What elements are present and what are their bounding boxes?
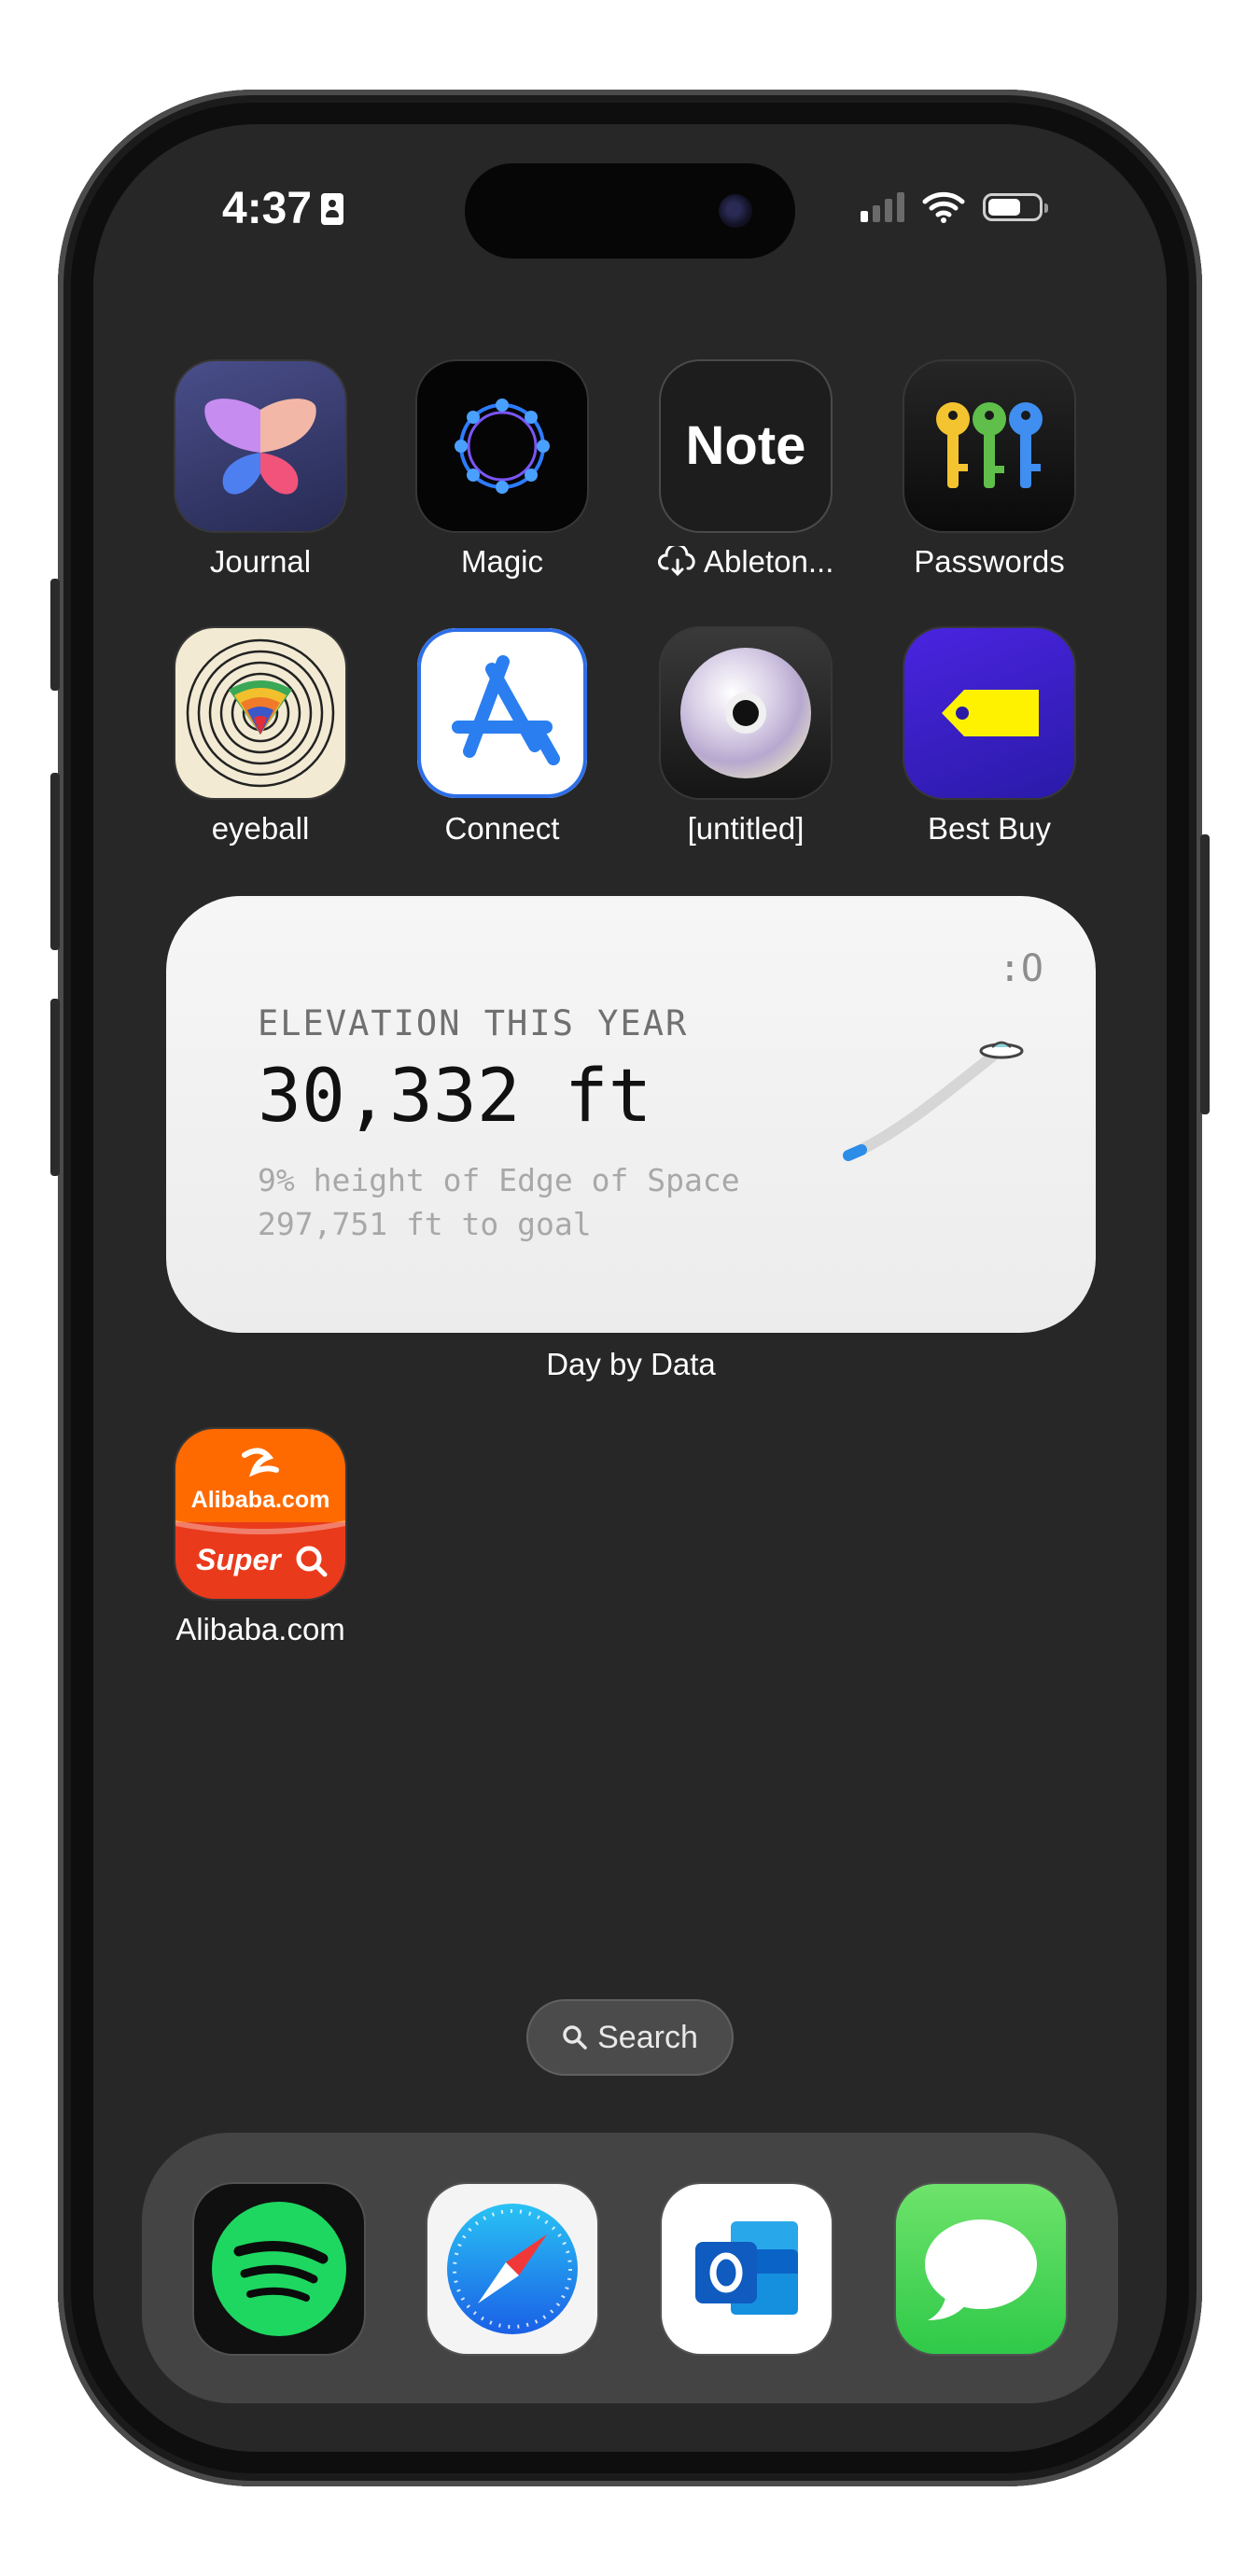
widget-corner-text: :O (998, 947, 1043, 990)
best-buy-icon (904, 628, 1074, 798)
side-button (1200, 834, 1210, 1114)
app-label: [untitled] (687, 811, 805, 846)
elevation-progress-graphic (843, 1041, 1024, 1161)
dock (142, 2133, 1118, 2403)
outlook-icon[interactable] (662, 2184, 832, 2354)
widget-subtext-1: 9% height of Edge of Space (258, 1162, 740, 1198)
status-time: 4:37 (222, 183, 344, 234)
widget-subtext-2: 297,751 ft to goal (258, 1206, 592, 1242)
app-label: Magic (460, 544, 544, 579)
app-alibaba[interactable]: Alibaba.com Super Alibaba.com (167, 1429, 354, 1647)
battery-icon (983, 193, 1048, 221)
app-connect[interactable]: Connect (409, 628, 595, 847)
alibaba-icon: Alibaba.com Super (175, 1429, 345, 1599)
app-label: Connect (444, 811, 560, 846)
app-magic[interactable]: Magic (409, 361, 595, 580)
widget-app-label: Day by Data (546, 1347, 716, 1381)
volume-down-button (50, 999, 60, 1176)
cd-icon (661, 628, 831, 798)
app-label: Best Buy (927, 811, 1052, 846)
volume-up-button (50, 773, 60, 950)
note-icon-text: Note (685, 415, 806, 476)
app-journal[interactable]: Journal (167, 361, 354, 580)
ufo-icon (979, 1041, 1024, 1059)
wifi-icon (922, 191, 965, 223)
app-label: eyeball (211, 811, 310, 846)
app-passwords[interactable]: Passwords (896, 361, 1083, 580)
app-label: Journal (209, 544, 312, 579)
alibaba-super-text: Super (196, 1543, 281, 1576)
app-store-connect-icon (417, 628, 587, 798)
action-button (50, 579, 60, 691)
note-icon: Note (661, 361, 831, 531)
search-label: Search (597, 2019, 698, 2055)
app-label: Alibaba.com (175, 1612, 345, 1646)
day-by-data-widget[interactable]: :O ELEVATION THIS YEAR 30,332 ft 9% heig… (166, 896, 1096, 1333)
spotify-icon[interactable] (194, 2184, 364, 2354)
search-icon (563, 2025, 587, 2050)
messages-icon[interactable] (896, 2184, 1066, 2354)
app-best-buy[interactable]: Best Buy (896, 628, 1083, 847)
magic-icon (417, 361, 587, 531)
front-camera (719, 194, 752, 228)
app-label: Passwords (914, 544, 1065, 579)
icloud-download-icon (657, 543, 695, 577)
safari-icon[interactable] (427, 2184, 597, 2354)
eyeball-icon (175, 628, 345, 798)
widget-title: ELEVATION THIS YEAR (258, 1003, 689, 1043)
contact-badge-icon (321, 192, 344, 225)
widget-value: 30,332 ft (258, 1055, 652, 1139)
alibaba-icon-text: Alibaba.com (190, 1487, 330, 1513)
app-ableton-note[interactable]: Note Ableton... (652, 361, 839, 580)
status-indicators (861, 190, 1048, 224)
app-label: Ableton... (652, 543, 839, 580)
passwords-icon (904, 361, 1074, 531)
cellular-signal-icon (861, 192, 904, 222)
spotlight-search-button[interactable]: Search (526, 1999, 734, 2076)
journal-icon (175, 361, 345, 531)
app-eyeball[interactable]: eyeball (167, 628, 354, 847)
app-untitled[interactable]: [untitled] (652, 628, 839, 847)
